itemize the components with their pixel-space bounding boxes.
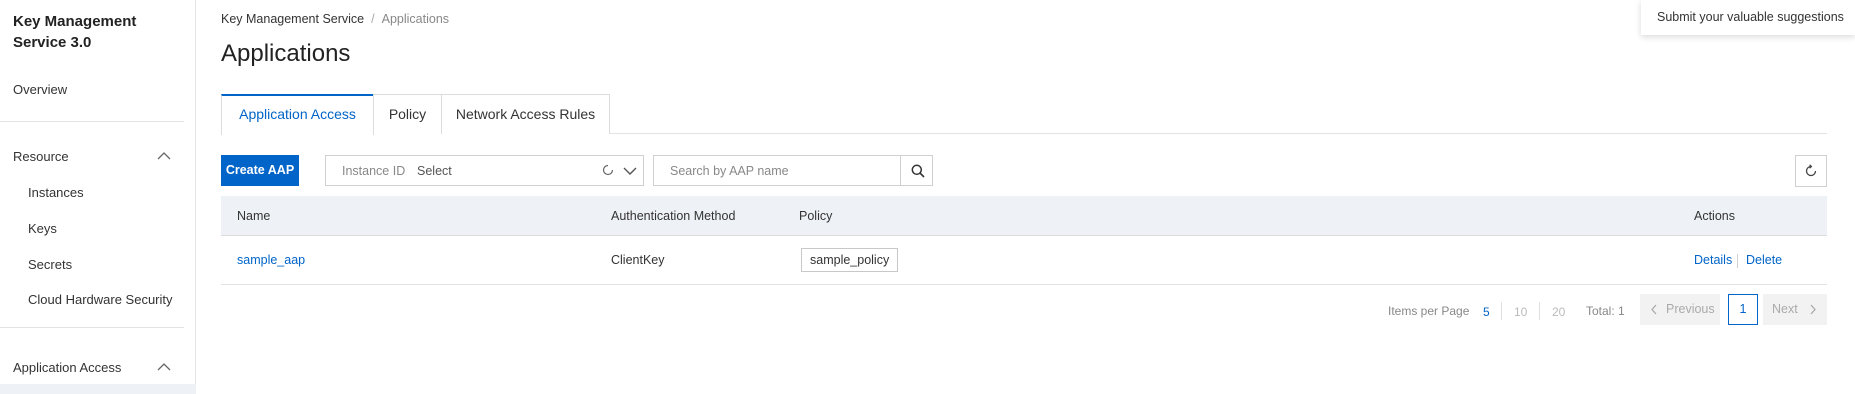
instance-id-value: Select (417, 164, 452, 178)
loading-icon (602, 164, 614, 176)
chevron-right-icon (1810, 304, 1816, 315)
page-1-button[interactable]: 1 (1728, 294, 1758, 325)
sidebar-item-cloud-hsm[interactable]: Cloud Hardware Security M (28, 292, 176, 307)
chevron-up-icon (157, 152, 171, 160)
page-size-separator (1501, 302, 1502, 320)
page-size-5[interactable]: 5 (1483, 305, 1490, 319)
instance-id-label: Instance ID (342, 164, 406, 178)
column-header-authentication-method: Authentication Method (611, 209, 736, 223)
refresh-icon (1805, 164, 1817, 177)
feedback-button[interactable]: Submit your valuable suggestions (1641, 0, 1855, 35)
chevron-left-icon (1651, 304, 1657, 315)
previous-button[interactable]: Previous (1640, 294, 1720, 325)
search-field (653, 155, 933, 186)
tab-policy[interactable]: Policy (373, 94, 442, 134)
previous-label: Previous (1666, 302, 1715, 316)
chevron-down-icon[interactable] (623, 166, 637, 176)
refresh-button[interactable] (1795, 155, 1827, 187)
brand-title: Key Management Service 3.0 (13, 13, 137, 51)
page-size-10[interactable]: 10 (1514, 305, 1527, 319)
details-link[interactable]: Details (1694, 253, 1732, 267)
sidebar-divider (0, 327, 184, 328)
sidebar-item-keys[interactable]: Keys (28, 221, 176, 236)
sidebar-active-item[interactable] (0, 384, 196, 394)
sidebar-group-resource[interactable]: Resource (13, 149, 183, 164)
breadcrumb-current: Applications (381, 12, 450, 26)
sidebar-item-secrets[interactable]: Secrets (28, 257, 176, 272)
table-row: sample_aap ClientKey sample_policy Detai… (221, 236, 1827, 285)
search-input[interactable] (654, 156, 899, 185)
policy-tag[interactable]: sample_policy (801, 248, 899, 272)
sidebar-group-application-access[interactable]: Application Access (13, 360, 183, 375)
page-size-separator (1539, 302, 1540, 320)
column-header-actions: Actions (1694, 209, 1735, 223)
breadcrumb-root[interactable]: Key Management Service (221, 12, 364, 26)
sidebar: Key Management Service 3.0 Overview Reso… (0, 0, 196, 394)
breadcrumb-separator: / (371, 12, 375, 26)
search-button[interactable] (900, 156, 934, 185)
sidebar-divider (0, 121, 184, 122)
action-separator (1737, 254, 1738, 268)
tab-application-access[interactable]: Application Access (221, 94, 374, 135)
next-button[interactable]: Next (1763, 294, 1827, 325)
column-header-policy: Policy (799, 209, 833, 223)
tab-network-access-rules[interactable]: Network Access Rules (441, 94, 610, 134)
sidebar-group-label: Resource (13, 149, 69, 164)
sidebar-item-overview[interactable]: Overview (13, 82, 67, 97)
items-per-page-label: Items per Page (1388, 304, 1470, 318)
column-header-name: Name (237, 209, 271, 223)
sidebar-group-label: Application Access (13, 360, 122, 375)
breadcrumb: Key Management Service / Applications (221, 12, 449, 26)
create-aap-button[interactable]: Create AAP (221, 155, 299, 186)
delete-link[interactable]: Delete (1746, 253, 1782, 267)
page-size-20[interactable]: 20 (1552, 305, 1565, 319)
sidebar-item-instances[interactable]: Instances (28, 185, 176, 200)
chevron-up-icon (157, 363, 171, 371)
auth-method-cell: ClientKey (611, 253, 665, 267)
total-count: Total: 1 (1586, 304, 1625, 318)
instance-id-select[interactable]: Instance ID Select (325, 155, 644, 186)
page-title: Applications (221, 40, 351, 67)
search-icon (911, 164, 925, 178)
next-label: Next (1772, 302, 1798, 316)
table-header: Name Authentication Method Policy Action… (221, 196, 1827, 236)
aap-name-link[interactable]: sample_aap (237, 253, 305, 267)
